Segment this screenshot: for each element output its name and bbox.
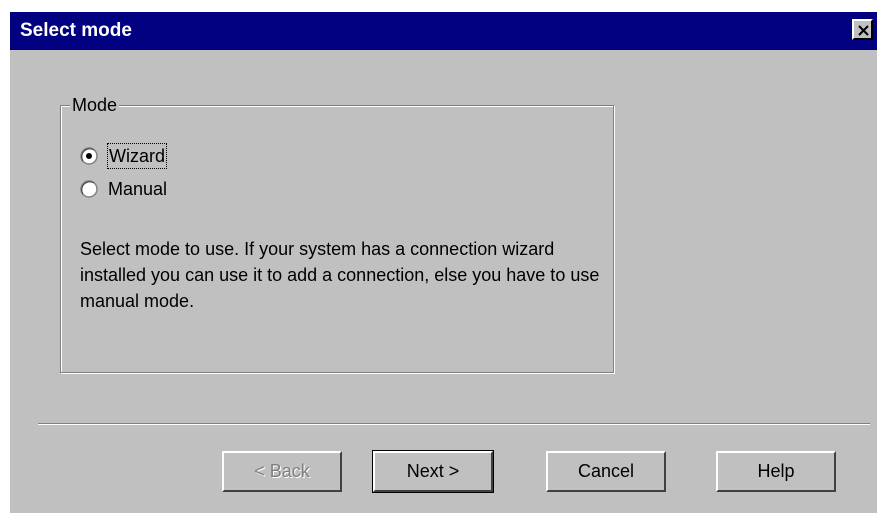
back-button[interactable]: < Back	[222, 451, 342, 492]
next-button[interactable]: Next >	[372, 450, 494, 493]
help-button[interactable]: Help	[716, 451, 836, 492]
close-icon	[858, 25, 869, 36]
title-bar[interactable]: Select mode	[10, 12, 877, 50]
separator-line	[38, 423, 870, 425]
cancel-button[interactable]: Cancel	[546, 451, 666, 492]
dialog-title: Select mode	[20, 20, 132, 41]
close-button[interactable]	[852, 19, 873, 40]
radio-unselected-icon[interactable]	[80, 180, 98, 198]
radio-selected-icon[interactable]	[80, 147, 98, 165]
mode-group-label: Mode	[70, 94, 120, 116]
select-mode-dialog: Select mode Mode Wizard Manual Select mo…	[10, 12, 877, 513]
radio-manual[interactable]: Manual	[80, 177, 167, 201]
radio-wizard-label[interactable]: Wizard	[106, 143, 168, 169]
radio-wizard[interactable]: Wizard	[80, 143, 168, 169]
mode-description: Select mode to use. If your system has a…	[80, 239, 600, 311]
radio-manual-label[interactable]: Manual	[108, 177, 167, 201]
